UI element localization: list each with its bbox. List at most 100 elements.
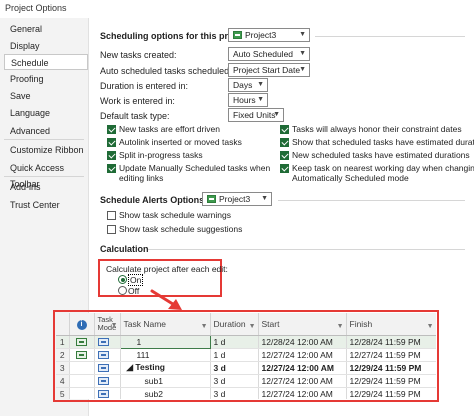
duration-cell[interactable]: 1 d xyxy=(210,335,259,349)
schedule-suggestions-checkbox[interactable] xyxy=(107,225,116,234)
task-type-label: Default task type: xyxy=(100,111,170,121)
finish-cell[interactable]: 12/29/24 11:59 PM xyxy=(346,387,436,399)
keep-working-day-checkbox[interactable] xyxy=(280,164,289,173)
sidebar-item-advanced[interactable]: Advanced xyxy=(4,123,88,139)
effort-driven-checkbox[interactable] xyxy=(107,125,116,134)
sidebar-item-save[interactable]: Save xyxy=(4,88,88,104)
info-column-header[interactable]: i xyxy=(69,313,95,336)
auto-scheduled-task-icon xyxy=(97,376,109,385)
sidebar-item-proofing[interactable]: Proofing xyxy=(4,71,88,87)
chevron-down-icon: ▼ xyxy=(299,50,306,57)
auto-scheduled-task-icon xyxy=(97,363,109,372)
sidebar-divider xyxy=(4,176,84,177)
duration-cell[interactable]: 3 d xyxy=(210,374,259,388)
duration-cell[interactable]: 1 d xyxy=(210,348,259,362)
sidebar-divider xyxy=(4,139,84,140)
chevron-down-icon: ▼ xyxy=(110,321,118,329)
row-selector-header[interactable] xyxy=(56,313,70,336)
new-tasks-select[interactable]: Auto Scheduled ▼ xyxy=(228,47,310,61)
show-estimated-checkbox[interactable] xyxy=(280,138,289,147)
chevron-down-icon: ▼ xyxy=(248,322,256,330)
sidebar-item-display[interactable]: Display xyxy=(4,38,88,54)
new-estimated-label: New scheduled tasks have estimated durat… xyxy=(292,150,470,160)
duration-label: Duration is entered in: xyxy=(100,81,189,91)
keep-working-day-label-line2: Automatically Scheduled mode xyxy=(292,173,409,183)
row-number[interactable]: 4 xyxy=(56,374,70,388)
sidebar-item-quick-access-toolbar[interactable]: Quick Access Toolbar xyxy=(4,160,88,189)
task-name-cell[interactable]: sub1 xyxy=(120,374,211,388)
task-name-column-header[interactable]: Task Name ▼ xyxy=(120,313,211,336)
schedule-warnings-label: Show task schedule warnings xyxy=(119,210,231,220)
duration-cell[interactable]: 3 d xyxy=(210,387,259,399)
row-number[interactable]: 3 xyxy=(56,361,70,375)
finish-column-header[interactable]: Finish ▼ xyxy=(346,313,436,336)
keep-working-day-label: Keep task on nearest working day when ch… xyxy=(292,163,474,173)
start-cell[interactable]: 12/27/24 12:00 AM xyxy=(258,348,347,362)
start-cell[interactable]: 12/27/24 12:00 AM xyxy=(258,361,347,375)
auto-scheduled-label: Auto scheduled tasks scheduled on: xyxy=(100,66,245,76)
start-cell[interactable]: 12/27/24 12:00 AM xyxy=(258,387,347,399)
table-row[interactable]: 3 ◢ Testing 3 d 12/27/24 12:00 AM 12/29/… xyxy=(56,361,436,375)
duration-column-header[interactable]: Duration ▼ xyxy=(210,313,259,336)
schedule-warnings-checkbox[interactable] xyxy=(107,211,116,220)
honor-constraints-checkbox[interactable] xyxy=(280,125,289,134)
task-name-cell[interactable]: ◢ Testing xyxy=(120,361,211,375)
auto-scheduled-task-icon xyxy=(97,350,109,359)
start-column-header[interactable]: Start ▼ xyxy=(258,313,347,336)
calculation-off-radio[interactable] xyxy=(118,286,127,295)
autolink-label: Autolink inserted or moved tasks xyxy=(119,137,242,147)
new-tasks-label: New tasks created: xyxy=(100,50,177,60)
sidebar-item-trust-center[interactable]: Trust Center xyxy=(4,197,88,213)
table-row[interactable]: 5 sub2 3 d 12/27/24 12:00 AM 12/29/24 11… xyxy=(56,387,436,399)
calculation-prompt: Calculate project after each edit: xyxy=(106,264,228,274)
table-row[interactable]: 2 111 1 d 12/27/24 12:00 AM 12/27/24 11:… xyxy=(56,348,436,362)
task-mode-column-header[interactable]: Task Mode ▼ xyxy=(94,313,121,336)
auto-scheduled-task-icon xyxy=(97,389,109,398)
table-row[interactable]: 4 sub1 3 d 12/27/24 12:00 AM 12/29/24 11… xyxy=(56,374,436,388)
sidebar-item-add-ins[interactable]: Add-ins xyxy=(4,179,88,195)
table-row[interactable]: 1 1 1 d 12/28/24 12:00 AM 12/28/24 11:59… xyxy=(56,334,436,349)
chevron-down-icon: ▼ xyxy=(200,322,208,330)
update-manual-checkbox[interactable] xyxy=(107,164,116,173)
row-number[interactable]: 1 xyxy=(56,335,70,349)
effort-driven-label: New tasks are effort driven xyxy=(119,124,220,134)
task-name-cell[interactable]: 111 xyxy=(120,348,211,362)
finish-cell[interactable]: 12/28/24 11:59 PM xyxy=(346,335,436,349)
row-number[interactable]: 2 xyxy=(56,348,70,362)
work-label: Work is entered in: xyxy=(100,96,175,106)
task-grid: i Task Mode ▼ Task Name ▼ Duration ▼ Sta… xyxy=(56,313,436,399)
task-name-cell[interactable]: 1 xyxy=(119,334,211,349)
split-tasks-checkbox[interactable] xyxy=(107,151,116,160)
new-estimated-checkbox[interactable] xyxy=(280,151,289,160)
chevron-down-icon: ▼ xyxy=(426,322,434,330)
sidebar-item-customize-ribbon[interactable]: Customize Ribbon xyxy=(4,142,88,158)
duration-select[interactable]: Days ▼ xyxy=(228,78,268,92)
info-icon: i xyxy=(76,319,87,330)
chevron-down-icon: ▼ xyxy=(261,195,268,202)
alerts-project-select[interactable]: Project3 ▼ xyxy=(202,192,272,206)
finish-cell[interactable]: 12/29/24 11:59 PM xyxy=(346,361,436,375)
show-estimated-label: Show that scheduled tasks have estimated… xyxy=(292,137,474,147)
scheduling-project-select[interactable]: Project3 ▼ xyxy=(228,28,310,42)
calculation-on-radio[interactable] xyxy=(118,275,127,284)
duration-cell[interactable]: 3 d xyxy=(210,361,259,375)
start-cell[interactable]: 12/27/24 12:00 AM xyxy=(258,374,347,388)
task-type-select[interactable]: Fixed Units ▼ xyxy=(228,108,284,122)
sidebar-item-general[interactable]: General xyxy=(4,21,88,37)
sidebar-item-schedule[interactable]: Schedule xyxy=(4,54,88,70)
auto-scheduled-select[interactable]: Project Start Date ▼ xyxy=(228,63,310,77)
auto-scheduled-task-icon xyxy=(97,337,109,346)
grid-header-row: i Task Mode ▼ Task Name ▼ Duration ▼ Sta… xyxy=(56,313,436,336)
row-number[interactable]: 5 xyxy=(56,387,70,399)
schedule-suggestions-label: Show task schedule suggestions xyxy=(119,224,243,234)
section-divider xyxy=(148,249,465,250)
autolink-checkbox[interactable] xyxy=(107,138,116,147)
finish-cell[interactable]: 12/27/24 11:59 PM xyxy=(346,348,436,362)
task-name-cell[interactable]: sub2 xyxy=(120,387,211,399)
chevron-down-icon: ▼ xyxy=(299,66,306,73)
work-select[interactable]: Hours ▼ xyxy=(228,93,268,107)
finish-cell[interactable]: 12/29/24 11:59 PM xyxy=(346,374,436,388)
start-cell[interactable]: 12/28/24 12:00 AM xyxy=(258,335,347,349)
honor-constraints-label: Tasks will always honor their constraint… xyxy=(292,124,462,134)
sidebar-item-language[interactable]: Language xyxy=(4,105,88,121)
